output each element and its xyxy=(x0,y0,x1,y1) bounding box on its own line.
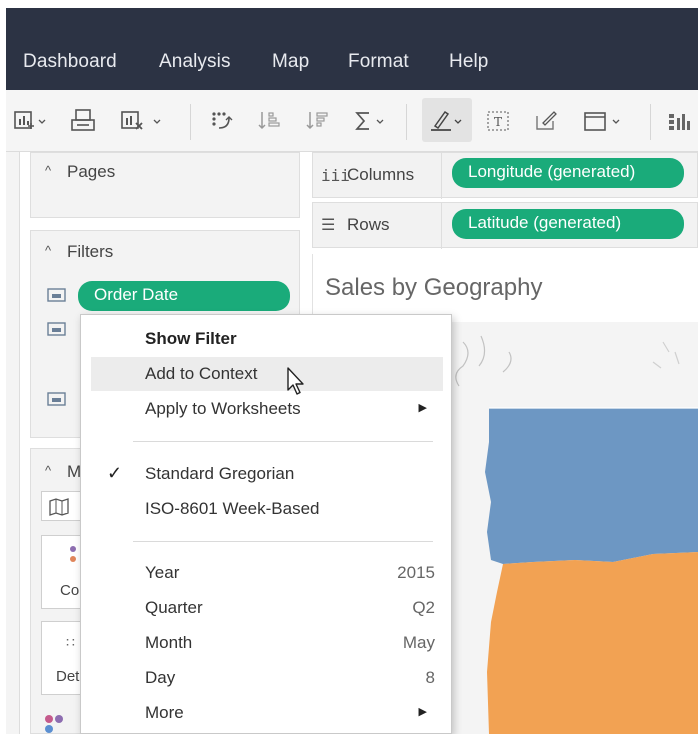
rows-pill-latitude[interactable]: Latitude (generated) xyxy=(452,209,684,239)
menu-help[interactable]: Help xyxy=(449,51,488,73)
rows-label: Rows xyxy=(347,215,390,234)
menu-item-apply-to-worksheets[interactable]: Apply to Worksheets ▶ xyxy=(81,392,451,426)
menu-item-label: Add to Context xyxy=(145,364,258,383)
new-dashboard-icon[interactable] xyxy=(66,108,102,134)
color-dot-icon xyxy=(70,546,76,552)
menu-item-iso-week[interactable]: ISO-8601 Week-Based xyxy=(81,492,451,526)
annotate-icon[interactable] xyxy=(530,108,564,134)
menu-item-label: Quarter xyxy=(145,598,203,617)
top-strip xyxy=(0,0,698,8)
sort-descending-icon[interactable] xyxy=(300,108,334,134)
columns-pill-longitude[interactable]: Longitude (generated) xyxy=(452,158,684,188)
pages-panel: ^ Pages xyxy=(30,152,300,218)
columns-icon: iii xyxy=(321,166,350,185)
toolbar-separator xyxy=(406,104,407,140)
show-me-icon[interactable] xyxy=(664,108,696,134)
shelf-divider xyxy=(441,203,442,249)
menu-item-year[interactable]: Year 2015 xyxy=(81,556,451,590)
totals-icon[interactable] xyxy=(350,108,390,134)
menu-item-value: May xyxy=(402,633,435,652)
data-pane-edge xyxy=(6,152,20,734)
menu-item-value: 8 xyxy=(425,668,435,687)
toolbar-separator xyxy=(190,104,191,140)
shelf-divider xyxy=(441,153,442,199)
calendar-icon xyxy=(47,391,67,412)
filter-context-menu: Show Filter Add to Context Apply to Work… xyxy=(80,314,452,734)
menu-item-add-to-context[interactable]: Add to Context xyxy=(91,357,443,391)
filters-title: Filters xyxy=(67,242,114,261)
collapse-icon[interactable]: ^ xyxy=(45,243,51,258)
color-card-label: Co xyxy=(60,582,80,599)
sort-ascending-icon[interactable] xyxy=(252,108,286,134)
menu-item-more[interactable]: More ▶ xyxy=(81,696,451,730)
submenu-arrow-icon: ▶ xyxy=(418,402,427,414)
menu-item-label: Apply to Worksheets xyxy=(145,399,301,418)
menu-bar: Dashboard Analysis Map Format Help xyxy=(6,8,698,90)
detail-icon: ∷ xyxy=(66,634,75,650)
submenu-arrow-icon: ▶ xyxy=(418,706,427,718)
detail-card-label: Det xyxy=(56,668,80,685)
toolbar-separator xyxy=(650,104,651,140)
new-worksheet-icon[interactable] xyxy=(10,108,50,134)
menu-item-label: Month xyxy=(145,633,193,652)
region-oregon xyxy=(487,552,698,734)
sheet-title: Sales by Geography xyxy=(325,274,543,301)
highlight-icon[interactable] xyxy=(426,108,468,134)
collapse-icon[interactable]: ^ xyxy=(45,463,51,478)
menu-item-quarter[interactable]: Quarter Q2 xyxy=(81,591,451,625)
svg-text:T: T xyxy=(494,115,502,129)
menu-format[interactable]: Format xyxy=(348,51,409,73)
color-dot-icon xyxy=(70,556,76,562)
menu-separator xyxy=(133,441,433,442)
menu-item-label: ISO-8601 Week-Based xyxy=(145,499,320,518)
menu-item-label: Day xyxy=(145,668,176,687)
checkmark-icon: ✓ xyxy=(107,463,123,483)
menu-item-value: 2015 xyxy=(397,563,435,582)
rows-icon: ☰ xyxy=(321,217,336,234)
menu-item-label: More xyxy=(145,703,184,722)
region-washington xyxy=(485,408,698,564)
menu-item-day[interactable]: Day 8 xyxy=(81,661,451,695)
menu-item-standard-gregorian[interactable]: ✓ Standard Gregorian xyxy=(81,457,451,491)
pages-title: Pages xyxy=(67,162,116,181)
menu-item-label: Year xyxy=(145,563,180,582)
menu-item-show-filter[interactable]: Show Filter xyxy=(81,322,451,356)
menu-item-month[interactable]: Month May xyxy=(81,626,451,660)
calendar-icon xyxy=(47,321,67,342)
filter-pill-order-date[interactable]: Order Date xyxy=(78,281,290,311)
clear-sheet-icon[interactable] xyxy=(118,108,166,134)
mouse-pointer-icon xyxy=(287,367,304,395)
fit-icon[interactable] xyxy=(578,108,626,134)
menu-map[interactable]: Map xyxy=(272,51,309,73)
menu-item-label: Standard Gregorian xyxy=(145,464,295,483)
labels-icon[interactable]: T xyxy=(482,108,516,134)
menu-dashboard[interactable]: Dashboard xyxy=(23,51,117,73)
menu-item-label: Show Filter xyxy=(145,329,237,348)
swap-icon[interactable] xyxy=(204,108,238,134)
calendar-icon xyxy=(47,287,67,308)
menu-separator xyxy=(133,541,433,542)
menu-analysis[interactable]: Analysis xyxy=(159,51,231,73)
menu-item-value: Q2 xyxy=(412,598,435,617)
collapse-icon[interactable]: ^ xyxy=(45,163,51,178)
columns-label: Columns xyxy=(347,165,415,184)
